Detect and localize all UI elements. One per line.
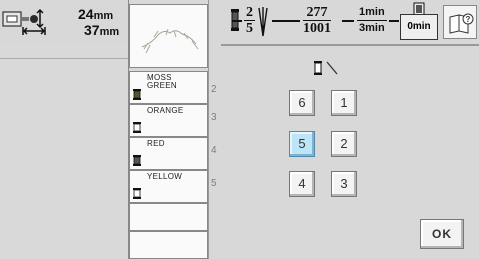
panel-divider — [221, 44, 479, 46]
needle-button-6[interactable]: 6 — [289, 90, 315, 116]
thread-row-3[interactable]: RED — [129, 137, 208, 170]
dash — [389, 20, 399, 22]
thread-spool-icon — [133, 122, 141, 133]
thread-row-1[interactable]: MOSS GREEN — [129, 71, 208, 104]
remaining-time: 0min — [400, 14, 438, 40]
thread-needle-header-icon — [314, 61, 338, 75]
thread-row-2[interactable]: ORANGE — [129, 104, 208, 137]
left-panel — [0, 44, 128, 259]
help-book-icon: ? — [449, 13, 474, 34]
needle-icon — [258, 7, 268, 37]
needle-button-2[interactable]: 2 — [331, 131, 357, 157]
thread-name: MOSS GREEN — [147, 73, 177, 90]
embroidery-height: 37mm — [84, 22, 120, 38]
thread-row-number: 5 — [211, 178, 217, 189]
empty-row — [129, 203, 208, 231]
empty-row — [129, 231, 208, 259]
sewing-time: 1min 3min — [357, 6, 387, 34]
left-divider — [0, 58, 128, 59]
help-button[interactable]: ? — [443, 5, 477, 39]
thread-row-4[interactable]: YELLOW — [129, 170, 208, 203]
thread-name: ORANGE — [147, 106, 184, 115]
dash — [342, 20, 354, 22]
embroidery-preview — [129, 4, 208, 68]
thread-spool-icon — [133, 188, 141, 199]
needle-button-3[interactable]: 3 — [331, 171, 357, 197]
screen: 24mm 37mm 2 5 277 1001 1min 3min 0min ? — [0, 0, 479, 259]
ok-button[interactable]: OK — [420, 219, 464, 249]
dash — [272, 20, 300, 22]
embroidery-size-icon — [2, 8, 46, 35]
stitch-count: 277 1001 — [303, 5, 331, 36]
thread-row-number: 4 — [211, 145, 217, 156]
thread-spool-icon — [133, 155, 141, 166]
pattern-preview-icon — [141, 28, 199, 54]
needle-button-4[interactable]: 4 — [289, 171, 315, 197]
thread-name: YELLOW — [147, 172, 183, 181]
thread-count: 2 5 — [244, 5, 255, 36]
thread-row-number: 2 — [211, 84, 217, 95]
embroidery-width: 24mm — [78, 6, 114, 22]
column-divider — [208, 0, 209, 259]
thread-row-number: 3 — [211, 112, 217, 123]
dash — [232, 20, 242, 22]
thread-name: RED — [147, 139, 165, 148]
needle-button-5[interactable]: 5 — [289, 131, 315, 157]
thread-spool-icon — [133, 89, 141, 100]
svg-text:?: ? — [466, 15, 471, 24]
needle-button-1[interactable]: 1 — [331, 90, 357, 116]
